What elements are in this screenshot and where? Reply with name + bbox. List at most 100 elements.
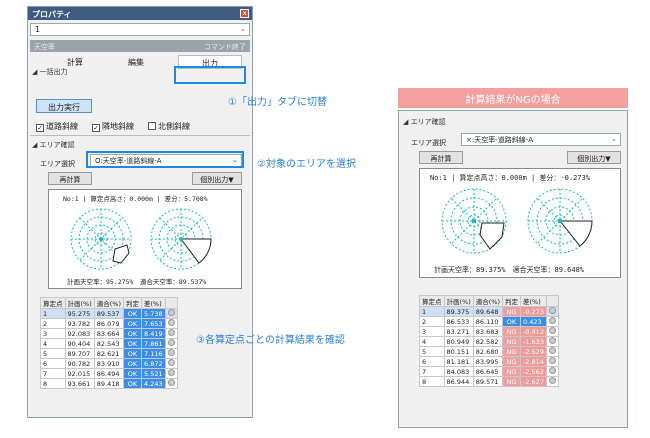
highlight-output-tab <box>174 66 246 84</box>
divider <box>30 135 250 136</box>
detail-icon[interactable] <box>545 316 559 327</box>
cell: 3 <box>40 328 66 339</box>
detail-icon[interactable] <box>164 348 178 359</box>
detail-icon[interactable] <box>545 366 559 377</box>
conforming-sky-dome <box>150 208 212 270</box>
table-row[interactable]: 1 89.375 89.648 NG -0.273 <box>419 306 559 317</box>
table-row[interactable]: 7 84.083 86.645 NG -2.562 <box>419 366 559 377</box>
checkbox-label: 隣地斜線 <box>102 122 134 131</box>
tab-edit[interactable]: 編集 <box>111 55 161 69</box>
judge-cell: OK <box>123 378 142 389</box>
detail-icon[interactable] <box>545 376 559 387</box>
detail-icon[interactable] <box>164 358 178 369</box>
table-row[interactable]: 7 92.015 86.494 OK 5.521 <box>40 368 178 379</box>
table-row[interactable]: 4 90.404 82.543 OK 7.861 <box>40 338 178 349</box>
judge-cell: OK <box>123 338 142 349</box>
table-row[interactable]: 8 93.661 89.418 OK 4.243 <box>40 378 178 389</box>
table-row[interactable]: 3 83.271 83.683 NG -0.412 <box>419 326 559 337</box>
col-diff: 差(%) <box>520 295 547 307</box>
judge-cell: OK <box>123 318 142 329</box>
recalc-button[interactable]: 再計算 <box>48 172 92 185</box>
cell: 6 <box>419 356 445 367</box>
cell: 82.621 <box>93 348 125 359</box>
cell: 93.661 <box>64 378 95 389</box>
area-select-label: エリア選択 <box>411 139 446 147</box>
table-row[interactable]: 1 95.275 89.537 OK 5.738 <box>40 308 178 319</box>
table-row[interactable]: 8 86.944 89.571 NG -2.627 <box>419 376 559 387</box>
panel-title: プロパティ <box>32 10 72 19</box>
diff-cell: 8.419 <box>141 328 166 339</box>
chart-footer: 計画天空率：95.275% 適合天空率：89.537% <box>67 278 207 286</box>
table-row[interactable]: 6 81.181 83.995 NG -2.814 <box>419 356 559 367</box>
cell: 2 <box>419 316 445 327</box>
checkbox-north[interactable]: 北側斜線 <box>148 121 190 132</box>
detail-icon[interactable] <box>164 338 178 349</box>
sky-factor-chart: No:1 | 算定点高さ：0.000m | 差分：5.708% 計画天空率：95… <box>48 189 242 289</box>
individual-output-button[interactable]: 個別出力▼ <box>192 172 242 185</box>
chevron-down-icon: ⌄ <box>240 25 246 33</box>
cell: 8 <box>40 378 66 389</box>
judge-cell: OK <box>502 316 521 327</box>
detail-icon[interactable] <box>545 306 559 317</box>
detail-icon[interactable] <box>164 308 178 319</box>
cell: 82.582 <box>472 336 504 347</box>
col-diff: 差(%) <box>141 297 166 309</box>
cell: 89.537 <box>93 308 125 319</box>
results-table: 算定点 計画(%) 適合(%) 判定 差(%) 1 89.375 89.648 NG -… <box>419 295 559 387</box>
detail-icon[interactable] <box>164 318 178 329</box>
judge-cell: OK <box>123 308 142 319</box>
plan-sky-dome <box>70 208 132 270</box>
table-row[interactable]: 4 80.949 82.582 NG -1.633 <box>419 336 559 347</box>
checkbox-neighbor[interactable]: ✓ 隣地斜線 <box>92 121 134 132</box>
detail-icon[interactable] <box>545 326 559 337</box>
recalc-button[interactable]: 再計算 <box>419 151 463 164</box>
cell: 83.910 <box>93 358 125 369</box>
sky-projection-diagrams <box>70 208 212 270</box>
section-area-check[interactable]: ◢ エリア確認 <box>32 140 75 150</box>
cell: 89.375 <box>443 306 474 317</box>
table-row[interactable]: 5 80.151 82.680 NG -2.529 <box>419 346 559 357</box>
table-row[interactable]: 2 93.782 86.079 OK 7.653 <box>40 318 178 329</box>
table-row[interactable]: 3 92.083 83.664 OK 8.419 <box>40 328 178 339</box>
cell: 86.944 <box>443 376 474 387</box>
cell: 81.181 <box>443 356 474 367</box>
close-icon[interactable]: x <box>240 9 249 18</box>
table-row[interactable]: 5 89.707 82.621 OK 7.116 <box>40 348 178 359</box>
cell: 80.949 <box>443 336 474 347</box>
section-batch-output[interactable]: ◢ 一括出力 <box>32 67 68 77</box>
area-select-label: エリア選択 <box>40 160 75 168</box>
check-icon: ✓ <box>36 124 44 132</box>
number-combo-value: 1 <box>35 25 41 34</box>
detail-icon[interactable] <box>545 346 559 357</box>
detail-icon[interactable] <box>164 378 178 389</box>
command-name: 天空率 <box>34 43 55 51</box>
number-combo[interactable]: 1 ⌄ <box>30 23 250 36</box>
cell: 89.418 <box>93 378 125 389</box>
detail-icon[interactable] <box>545 336 559 347</box>
cell: 86.110 <box>472 316 504 327</box>
detail-icon[interactable] <box>545 356 559 367</box>
area-select-value: ×:天空率-道路斜線-A <box>466 136 534 144</box>
sky-factor-chart: No:1 | 算定点高さ：0.000m | 差分：-0.273% 計画天空率：8… <box>419 168 621 278</box>
run-output-button[interactable]: 出力実行 <box>36 99 92 113</box>
cell: 83.995 <box>472 356 504 367</box>
cell: 92.083 <box>64 328 95 339</box>
command-end-button[interactable]: コマンド終了 <box>204 42 246 52</box>
diff-cell: -0.412 <box>520 326 547 337</box>
detail-icon[interactable] <box>164 328 178 339</box>
ng-properties-panel: ◢ エリア確認 エリア選択 ×:天空率-道路斜線-A ⌄ 再計算 個別出力▼ No… <box>398 110 628 428</box>
diff-cell: 5.521 <box>141 368 166 379</box>
area-select[interactable]: ×:天空率-道路斜線-A ⌄ <box>461 133 621 146</box>
annotation-switch-tab: ①「出力」タブに切替 <box>228 97 327 108</box>
detail-icon[interactable] <box>164 368 178 379</box>
col-point: 算定点 <box>40 297 66 309</box>
chart-header: No:1 | 算定点高さ：0.000m | 差分：5.708% <box>63 195 208 203</box>
individual-output-button[interactable]: 個別出力▼ <box>567 151 621 164</box>
checkbox-road[interactable]: ✓ 道路斜線 <box>36 121 78 132</box>
results-table: 算定点 計画(%) 適合(%) 判定 差(%) 1 95.275 89.537 OK 5… <box>40 297 178 389</box>
table-row[interactable]: 2 86.533 86.110 OK 0.423 <box>419 316 559 327</box>
table-header-row: 算定点 計画(%) 適合(%) 判定 差(%) <box>40 297 178 309</box>
diff-cell: 0.423 <box>520 316 547 327</box>
table-row[interactable]: 6 90.782 83.910 OK 6.872 <box>40 358 178 369</box>
section-area-check[interactable]: ◢ エリア確認 <box>403 117 446 127</box>
